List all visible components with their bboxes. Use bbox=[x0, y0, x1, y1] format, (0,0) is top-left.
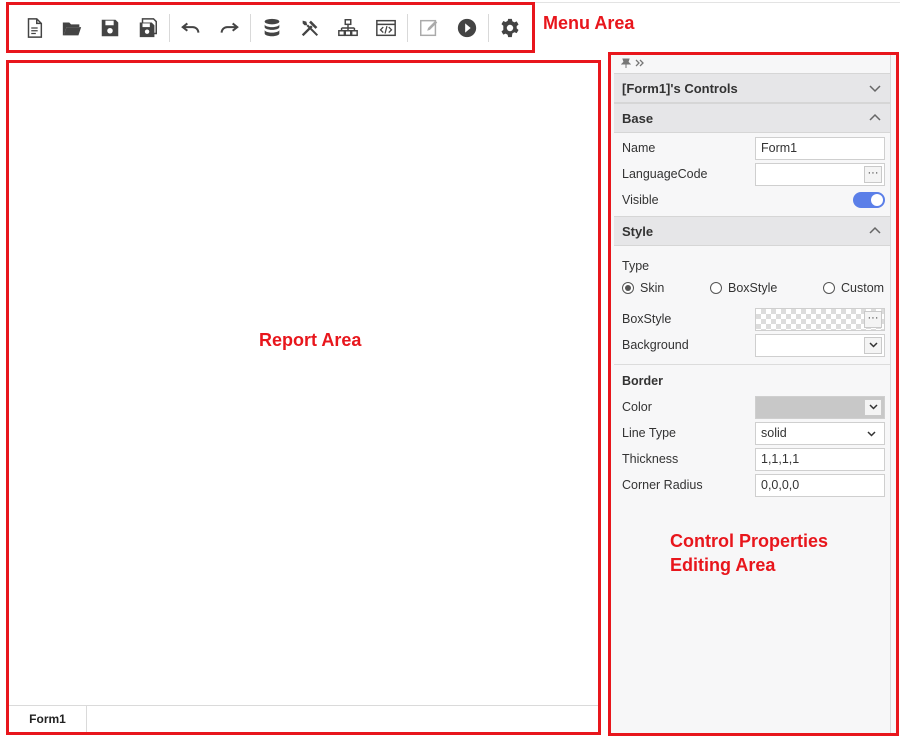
new-file-icon[interactable] bbox=[15, 9, 53, 47]
chevron-up-icon[interactable] bbox=[868, 224, 882, 238]
chevron-up-icon[interactable] bbox=[868, 111, 882, 125]
visible-toggle[interactable] bbox=[853, 192, 885, 208]
languagecode-ellipsis-button[interactable]: ··· bbox=[864, 165, 882, 183]
radio-custom[interactable]: Custom bbox=[823, 281, 884, 295]
save-icon[interactable] bbox=[91, 9, 129, 47]
thickness-label: Thickness bbox=[622, 452, 679, 466]
boxstyle-swatch[interactable]: ··· bbox=[755, 307, 885, 331]
style-section-header[interactable]: Style bbox=[614, 216, 890, 246]
radio-boxstyle-dot[interactable] bbox=[710, 282, 722, 294]
radio-skin[interactable]: Skin bbox=[622, 281, 664, 295]
border-color-dropdown-button[interactable] bbox=[864, 398, 882, 416]
languagecode-label: LanguageCode bbox=[622, 167, 708, 181]
prop-row-color: Color bbox=[614, 394, 890, 420]
code-view-icon[interactable] bbox=[367, 9, 405, 47]
chevron-down-icon bbox=[868, 404, 878, 410]
tab-form1[interactable]: Form1 bbox=[9, 706, 87, 732]
visible-label: Visible bbox=[622, 193, 659, 207]
radio-boxstyle[interactable]: BoxStyle bbox=[710, 281, 777, 295]
toolbar-separator bbox=[488, 13, 489, 42]
corner-radius-input[interactable]: 0,0,0,0 bbox=[755, 473, 885, 497]
prop-row-visible: Visible bbox=[614, 187, 890, 213]
prop-row-linetype: Line Type solid bbox=[614, 420, 890, 446]
report-area[interactable]: Form1 bbox=[6, 60, 601, 735]
top-border-line bbox=[535, 2, 900, 3]
background-dropdown-button[interactable] bbox=[864, 336, 882, 354]
style-section-title: Style bbox=[622, 223, 654, 239]
background-label: Background bbox=[622, 338, 689, 352]
report-area-callout: Report Area bbox=[259, 330, 362, 350]
border-subsection-title: Border bbox=[622, 374, 663, 388]
thickness-input[interactable]: 1,1,1,1 bbox=[755, 447, 885, 471]
save-all-icon[interactable] bbox=[129, 9, 167, 47]
control-properties-panel: [Form1]'s Controls Base Name Form1 Langu… bbox=[608, 52, 899, 736]
prop-row-languagecode: LanguageCode ··· bbox=[614, 161, 890, 187]
radio-boxstyle-label: BoxStyle bbox=[728, 281, 778, 295]
open-folder-icon[interactable] bbox=[53, 9, 91, 47]
border-color-field[interactable] bbox=[755, 395, 885, 419]
chevron-down-icon[interactable] bbox=[868, 81, 882, 95]
toolbar-separator bbox=[169, 13, 170, 42]
panel-pin-bar bbox=[614, 55, 890, 73]
prop-row-corner-radius: Corner Radius 0,0,0,0 bbox=[614, 472, 890, 498]
redo-icon[interactable] bbox=[210, 9, 248, 47]
settings-icon[interactable] bbox=[491, 9, 529, 47]
tools-icon[interactable] bbox=[291, 9, 329, 47]
type-label: Type bbox=[622, 259, 650, 273]
properties-area-callout-line2: Editing Area bbox=[670, 555, 776, 575]
prop-row-background: Background bbox=[614, 332, 890, 358]
corner-radius-label: Corner Radius bbox=[622, 478, 703, 492]
linetype-select[interactable]: solid bbox=[755, 421, 885, 445]
edit-icon[interactable] bbox=[410, 9, 448, 47]
base-section-title: Base bbox=[622, 110, 654, 126]
name-input[interactable]: Form1 bbox=[755, 136, 885, 160]
pin-icon[interactable] bbox=[620, 58, 632, 71]
report-tab-bar: Form1 bbox=[9, 705, 598, 732]
color-label: Color bbox=[622, 400, 652, 414]
run-icon[interactable] bbox=[448, 9, 486, 47]
toolbar-separator bbox=[250, 13, 251, 42]
properties-area-callout-line1: Control Properties bbox=[670, 531, 829, 551]
chevron-down-icon bbox=[867, 430, 876, 437]
languagecode-input[interactable]: ··· bbox=[755, 162, 885, 186]
chevron-down-icon bbox=[868, 342, 878, 348]
undo-icon[interactable] bbox=[172, 9, 210, 47]
radio-skin-label: Skin bbox=[640, 281, 665, 295]
boxstyle-ellipsis-button[interactable]: ··· bbox=[864, 310, 882, 328]
menu-area-callout: Menu Area bbox=[543, 13, 635, 33]
controls-header[interactable]: [Form1]'s Controls bbox=[614, 73, 890, 103]
base-section-header[interactable]: Base bbox=[614, 103, 890, 133]
type-radio-group: Skin BoxStyle Custom bbox=[614, 278, 890, 300]
radio-custom-dot[interactable] bbox=[823, 282, 835, 294]
boxstyle-label: BoxStyle bbox=[622, 312, 672, 326]
prop-row-name: Name Form1 bbox=[614, 135, 890, 161]
radio-custom-label: Custom bbox=[841, 281, 885, 295]
hierarchy-icon[interactable] bbox=[329, 9, 367, 47]
radio-skin-dot[interactable] bbox=[622, 282, 634, 294]
menu-toolbar bbox=[6, 2, 535, 53]
properties-area-callout: Control Properties Editing Area bbox=[670, 529, 828, 577]
background-color-field[interactable] bbox=[755, 333, 885, 357]
prop-row-type: Type bbox=[614, 254, 890, 278]
collapse-panel-icon[interactable] bbox=[635, 58, 645, 71]
database-icon[interactable] bbox=[253, 9, 291, 47]
name-label: Name bbox=[622, 141, 656, 155]
controls-header-label: [Form1]'s Controls bbox=[622, 80, 738, 96]
prop-row-boxstyle: BoxStyle ··· bbox=[614, 306, 890, 332]
toolbar-separator bbox=[407, 13, 408, 42]
linetype-label: Line Type bbox=[622, 426, 676, 440]
prop-row-thickness: Thickness 1,1,1,1 bbox=[614, 446, 890, 472]
linetype-value: solid bbox=[761, 425, 787, 440]
